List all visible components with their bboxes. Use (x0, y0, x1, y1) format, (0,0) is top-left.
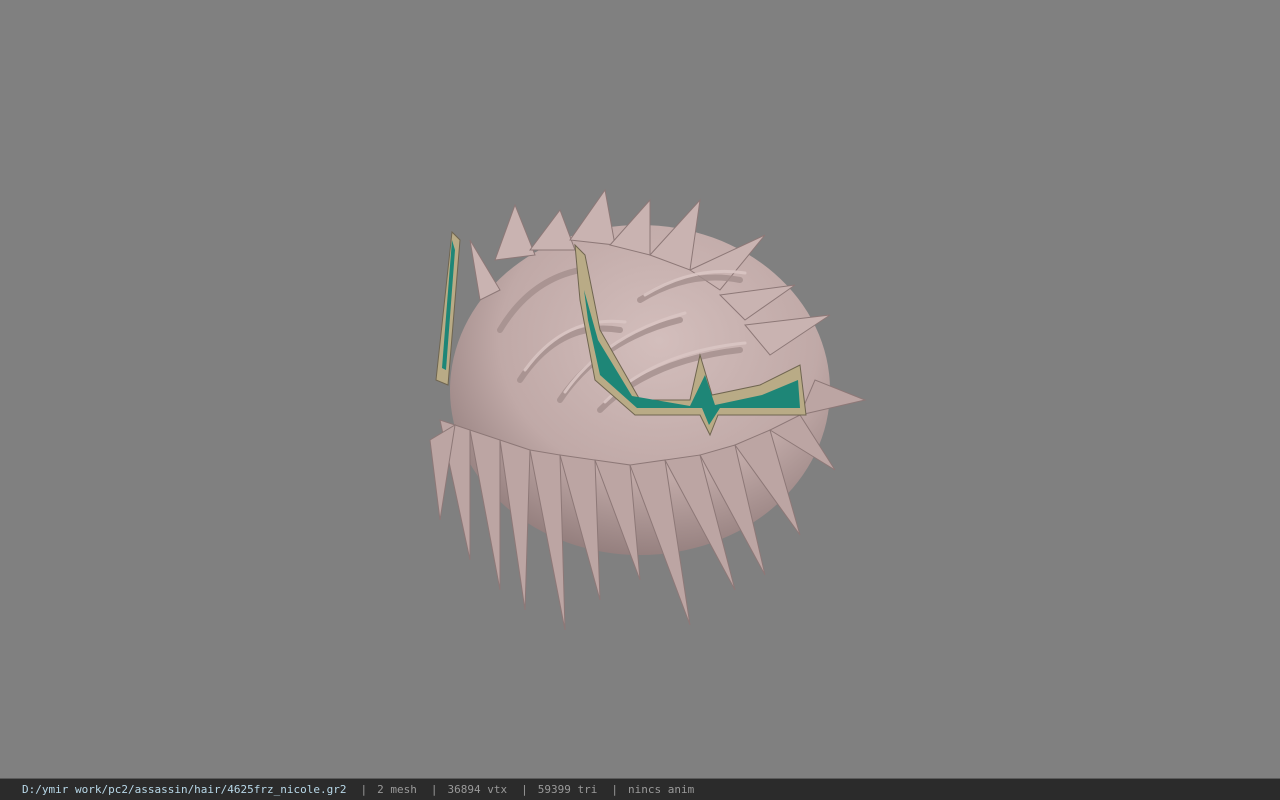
vertex-count: 36894 vtx (447, 783, 508, 796)
status-bar: D:/ymir work/pc2/assassin/hair/4625frz_n… (0, 778, 1280, 800)
mesh-count: 2 mesh (377, 783, 417, 796)
separator: | (611, 783, 618, 796)
separator: | (521, 783, 528, 796)
separator: | (360, 783, 368, 796)
hair-model-icon (429, 188, 867, 631)
separator: | (430, 783, 438, 796)
model-viewport[interactable] (0, 0, 1280, 778)
file-path: D:/ymir work/pc2/assassin/hair/4625frz_n… (22, 783, 347, 796)
triangle-count: 59399 tri (537, 783, 598, 796)
anim-status: nincs anim (627, 783, 695, 796)
